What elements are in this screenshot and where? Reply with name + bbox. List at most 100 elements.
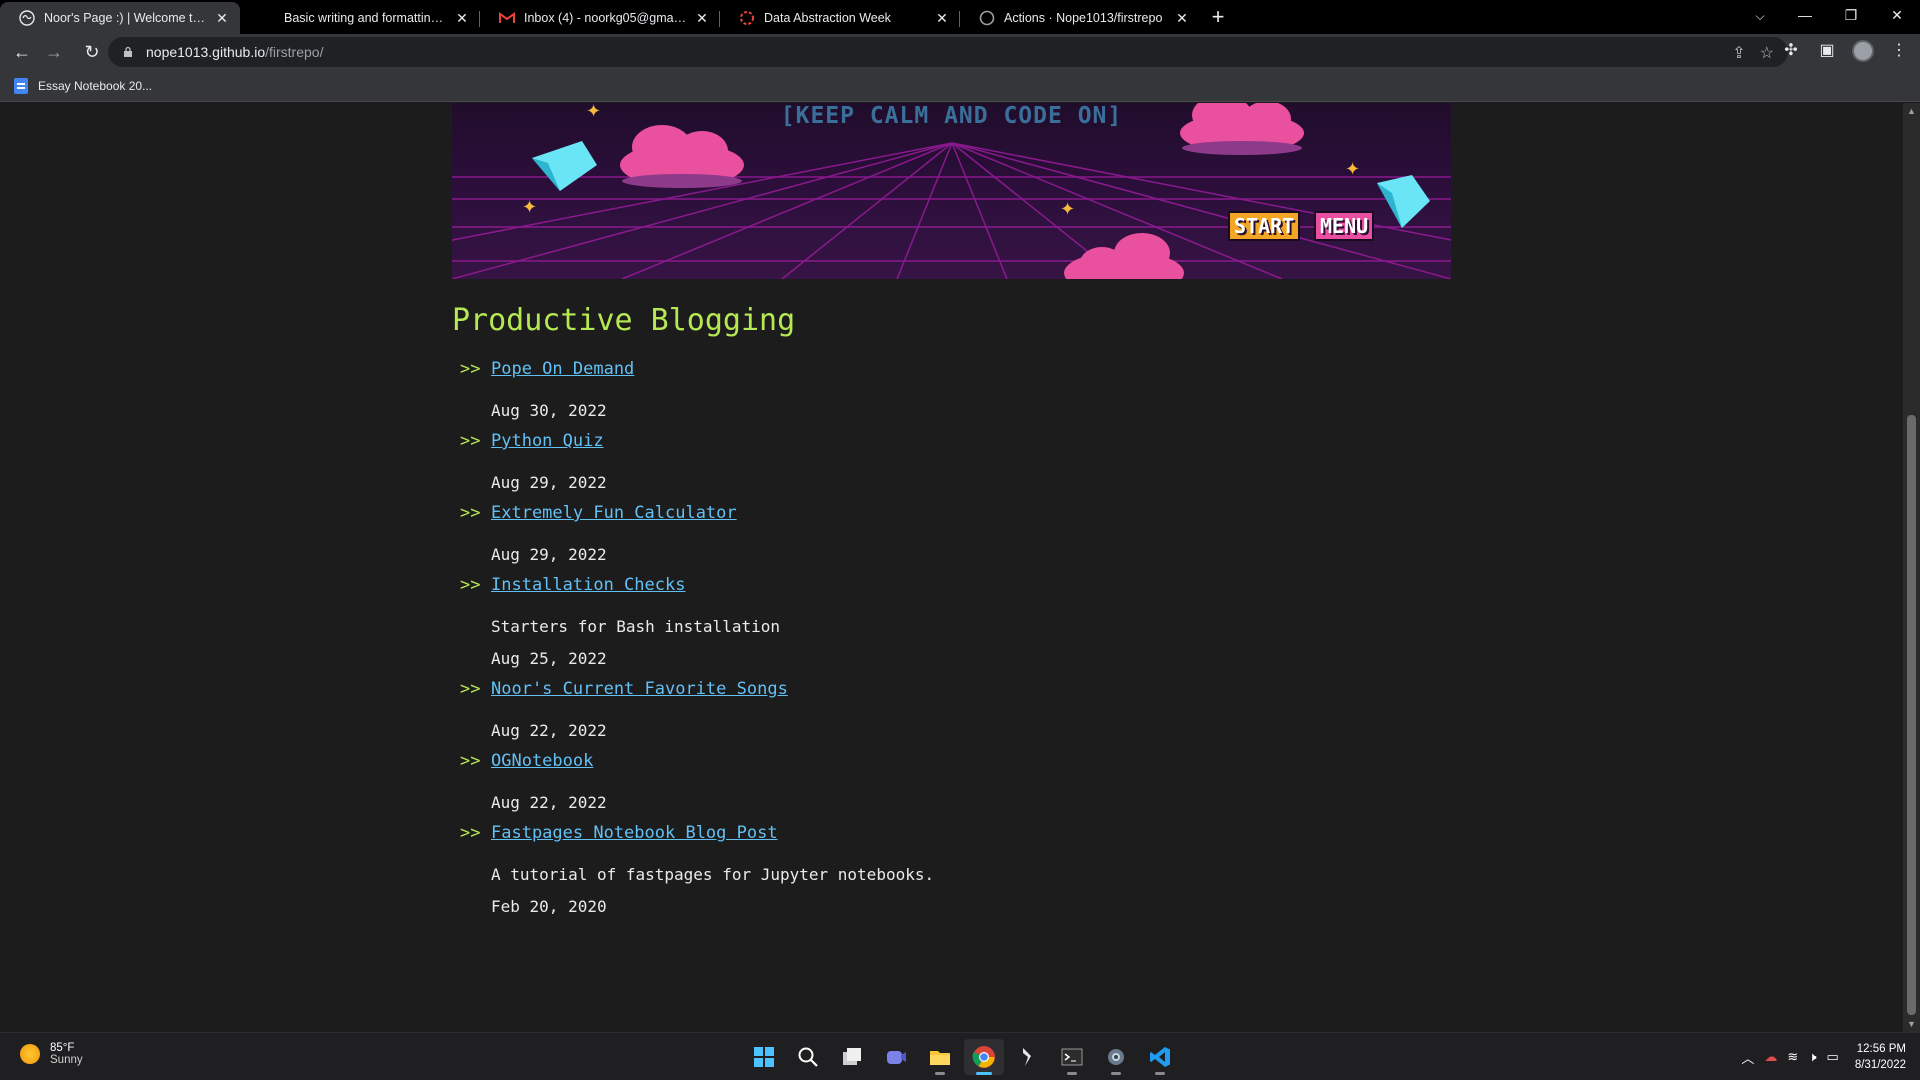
post-date: Aug 22, 2022 <box>491 721 607 740</box>
svg-text:✦: ✦ <box>1060 199 1075 220</box>
post-description: A tutorial of fastpages for Jupyter note… <box>491 865 935 884</box>
tab-strip: Noor's Page :) | Welcome to my b ✕ Basic… <box>0 0 1920 34</box>
gmail-icon <box>499 10 515 26</box>
svg-text:✦: ✦ <box>522 197 537 218</box>
post-item: >> Noor's Current Favorite Songs Aug 22, … <box>452 679 1451 747</box>
terminal-icon[interactable] <box>1052 1039 1092 1075</box>
scroll-down-arrow-icon[interactable]: ▼ <box>1903 1016 1920 1032</box>
lock-icon <box>124 46 132 57</box>
share-icon[interactable]: ⇪ <box>1732 43 1745 63</box>
browser-toolbar: ← → ↻ nope1013.github.io/firstrepo/ ⇪ ☆ … <box>0 34 1920 70</box>
chevron-up-icon[interactable]: ︿ <box>1741 1048 1754 1067</box>
tab-gmail-inbox[interactable]: Inbox (4) - noorkg05@gmail.com ✕ <box>480 2 720 34</box>
page-title: Productive Blogging <box>452 303 796 338</box>
windows-taskbar: 85°F Sunny ︿ ☁ ≋ 🕨 ▭ 12:56 PM 8/31/2022 <box>0 1032 1920 1080</box>
address-bar[interactable]: nope1013.github.io/firstrepo/ ⇪ ☆ <box>108 37 1788 67</box>
post-link[interactable]: Pope On Demand <box>491 359 634 379</box>
header-banner: ✦ ✦ ✦ ✦ [KEEP CALM AND CODE ON] START MENU <box>452 103 1451 279</box>
tab-title: Data Abstraction Week <box>764 11 891 25</box>
back-button[interactable]: ← <box>6 36 38 68</box>
retro-grid-illustration: ✦✦ ✦✦ <box>452 103 1451 279</box>
page-scrollbar[interactable]: ▲ ▼ <box>1903 103 1920 1032</box>
reload-button[interactable]: ↻ <box>76 36 108 68</box>
scroll-up-arrow-icon[interactable]: ▲ <box>1903 103 1920 119</box>
tab-title: Noor's Page :) | Welcome to my b <box>44 11 208 25</box>
banner-title: [KEEP CALM AND CODE ON] <box>780 103 1123 129</box>
bookmark-essay-notebook[interactable]: Essay Notebook 20... <box>38 79 152 93</box>
wifi-icon[interactable]: ≋ <box>1787 1049 1798 1065</box>
close-tab-icon[interactable]: ✕ <box>934 10 950 26</box>
url-path: /firstrepo/ <box>265 44 324 60</box>
restore-button[interactable]: ❐ <box>1828 0 1874 30</box>
url-host: nope1013.github.io <box>146 44 266 60</box>
post-item: >> Pope On Demand Aug 30, 2022 <box>452 359 1451 427</box>
tab-data-abstraction[interactable]: Data Abstraction Week ✕ <box>720 2 960 34</box>
post-link[interactable]: Noor's Current Favorite Songs <box>491 679 788 699</box>
side-panel-icon[interactable]: ▣ <box>1812 36 1842 66</box>
post-link[interactable]: Fastpages Notebook Blog Post <box>491 823 778 843</box>
close-tab-icon[interactable]: ✕ <box>454 10 470 26</box>
post-link[interactable]: Python Quiz <box>491 431 604 451</box>
clock[interactable]: 12:56 PM 8/31/2022 <box>1855 1041 1906 1073</box>
post-date: Aug 30, 2022 <box>491 401 607 420</box>
post-item: >> Installation Checks Starters for Bash … <box>452 575 1451 675</box>
sun-icon <box>20 1044 40 1064</box>
post-chevron: >> <box>460 679 481 699</box>
system-tray: ︿ ☁ ≋ 🕨 ▭ 12:56 PM 8/31/2022 <box>1741 1041 1906 1073</box>
post-date: Feb 20, 2020 <box>491 897 607 916</box>
task-view-icon[interactable] <box>832 1039 872 1075</box>
tab-basic-writing[interactable]: Basic writing and formatting synt ✕ <box>240 2 480 34</box>
extensions-icon[interactable]: ✣ <box>1776 36 1806 66</box>
search-icon[interactable] <box>788 1039 828 1075</box>
github-icon <box>979 10 995 26</box>
post-chevron: >> <box>460 751 481 771</box>
file-explorer-icon[interactable] <box>920 1039 960 1075</box>
tab-title: Basic writing and formatting synt <box>284 11 448 25</box>
onedrive-icon[interactable]: ☁ <box>1764 1049 1777 1065</box>
volume-icon[interactable]: 🕨 <box>1808 1049 1816 1065</box>
forward-button[interactable]: → <box>38 36 70 68</box>
post-description: Starters for Bash installation <box>491 617 780 636</box>
power-automate-icon[interactable] <box>1008 1039 1048 1075</box>
close-tab-icon[interactable]: ✕ <box>694 10 710 26</box>
profile-avatar[interactable] <box>1848 36 1878 66</box>
post-item: >> OGNotebook Aug 22, 2022 <box>452 751 1451 819</box>
post-link[interactable]: Extremely Fun Calculator <box>491 503 737 523</box>
post-chevron: >> <box>460 503 481 523</box>
more-menu-icon[interactable]: ⋮ <box>1884 36 1914 66</box>
chrome-icon[interactable] <box>964 1039 1004 1075</box>
start-pixel-button: START <box>1228 211 1301 241</box>
close-tab-icon[interactable]: ✕ <box>1174 10 1190 26</box>
close-tab-icon[interactable]: ✕ <box>214 10 230 26</box>
tab-github-actions[interactable]: Actions · Nope1013/firstrepo ✕ <box>960 2 1200 34</box>
svg-text:✦: ✦ <box>1345 159 1360 180</box>
post-chevron: >> <box>460 431 481 451</box>
window-controls: — ❐ ✕ <box>1782 0 1920 30</box>
post-date: Aug 22, 2022 <box>491 793 607 812</box>
scrollbar-thumb[interactable] <box>1907 415 1916 1015</box>
vscode-icon[interactable] <box>1140 1039 1180 1075</box>
close-window-button[interactable]: ✕ <box>1874 0 1920 30</box>
bookmark-star-icon[interactable]: ☆ <box>1760 43 1774 63</box>
post-link[interactable]: OGNotebook <box>491 751 593 771</box>
new-tab-button[interactable]: + <box>1200 2 1236 34</box>
battery-icon[interactable]: ▭ <box>1827 1049 1839 1065</box>
post-chevron: >> <box>460 359 481 379</box>
blank-favicon-icon <box>259 10 275 26</box>
post-item: >> Fastpages Notebook Blog Post A tutoria… <box>452 823 1451 923</box>
post-link[interactable]: Installation Checks <box>491 575 685 595</box>
tab-noors-page[interactable]: Noor's Page :) | Welcome to my b ✕ <box>0 2 240 34</box>
docs-icon <box>14 77 28 94</box>
tab-title: Inbox (4) - noorkg05@gmail.com <box>524 11 688 25</box>
weather-widget[interactable]: 85°F Sunny <box>20 1042 83 1066</box>
teams-chat-icon[interactable] <box>876 1039 916 1075</box>
post-date: Aug 25, 2022 <box>491 649 607 668</box>
menu-pixel-button: MENU <box>1314 211 1375 241</box>
start-icon[interactable] <box>744 1039 784 1075</box>
settings-icon[interactable] <box>1096 1039 1136 1075</box>
minimize-button[interactable]: — <box>1782 0 1828 30</box>
tab-search-chevron-icon[interactable]: ⌵ <box>1746 4 1774 28</box>
bookmarks-bar: Essay Notebook 20... <box>0 70 1920 102</box>
weather-condition: Sunny <box>50 1054 83 1066</box>
loading-icon <box>739 10 755 26</box>
